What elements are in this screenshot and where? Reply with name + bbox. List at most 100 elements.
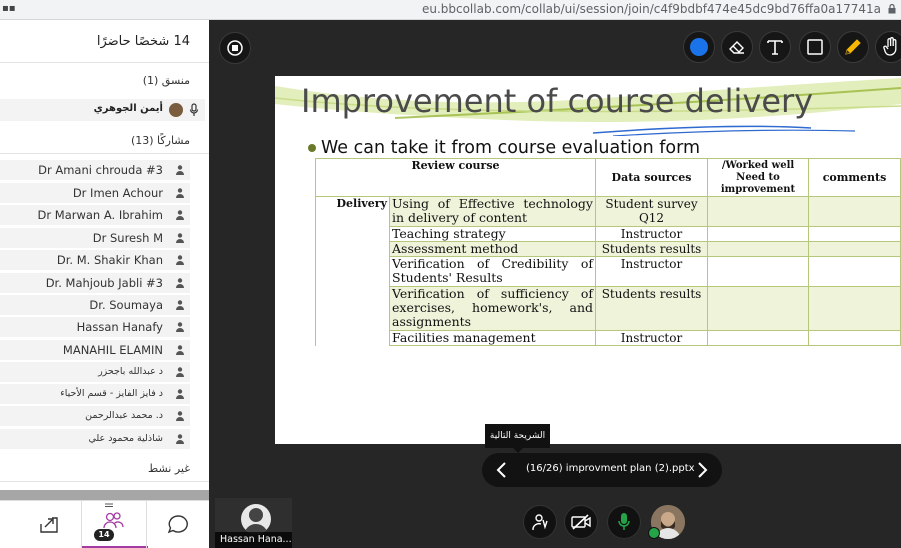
table-cell-item: Teaching strategy <box>389 226 596 242</box>
table-row: Verification of Credibility of Students'… <box>316 256 901 287</box>
session-main-area: Improvement of course delivery We can ta… <box>209 20 901 548</box>
panel-navigation: 14 <box>0 500 209 548</box>
table-cell-item: Facilities management <box>389 330 596 346</box>
table-cell-empty <box>707 286 809 331</box>
table-cell-item: Verification of Credibility of Students'… <box>389 256 596 287</box>
table-cell-source: Student survey Q12 <box>595 196 708 227</box>
participant-video-tile[interactable]: Hassan Hana... <box>215 498 292 548</box>
share-content-tab[interactable] <box>15 501 81 548</box>
participant-name: Dr. Mahjoub Jabli #3 <box>45 276 163 290</box>
person-icon <box>176 255 184 265</box>
participant-row[interactable]: Hassan Hanafy <box>0 317 190 337</box>
attendee-count-title: 14 شخصًا حاضرًا <box>96 34 190 49</box>
person-icon <box>176 411 184 421</box>
session-menu-button[interactable] <box>219 32 251 64</box>
menu-icon[interactable]: ▪▪ <box>2 3 16 14</box>
eraser-button[interactable] <box>721 31 753 63</box>
divider <box>0 153 209 154</box>
browser-url-bar: ▪▪ eu.bbcollab.com/collab/ui/session/joi… <box>0 0 901 20</box>
participant-row[interactable]: Dr Imen Achour <box>0 183 190 203</box>
table-cell-source: Instructor <box>595 330 708 346</box>
participant-name: شاذلية محمود علي <box>88 433 163 444</box>
bullet-marker <box>308 144 316 152</box>
table-cell-item: Assessment method <box>389 241 596 257</box>
person-icon <box>176 300 184 310</box>
presentation-slide[interactable]: Improvement of course delivery We can ta… <box>275 76 901 444</box>
camera-off-icon <box>571 514 591 530</box>
inactive-attendee-row[interactable] <box>0 490 209 500</box>
color-picker-button[interactable] <box>683 31 715 63</box>
attendee-count-badge: 14 <box>94 529 114 541</box>
table-cell-source: Students results <box>595 241 708 257</box>
participant-row[interactable]: Dr. Soumaya <box>0 295 190 315</box>
table-cell-empty <box>808 256 901 287</box>
pencil-icon <box>845 39 861 55</box>
table-cell-item: Using of Effective technology in deliver… <box>389 196 596 227</box>
person-icon <box>176 367 184 377</box>
table-cell-empty <box>808 196 901 227</box>
table-cell-empty <box>707 226 809 242</box>
participant-name: Dr Marwan A. Ibrahim <box>37 208 163 222</box>
participant-row[interactable]: د فايز الفايز - قسم الأحياء <box>0 384 190 404</box>
hand-icon <box>883 37 897 56</box>
participant-name: Dr. M. Shakir Khan <box>56 253 163 267</box>
person-icon <box>176 345 184 355</box>
attendees-panel: 14 شخصًا حاضرًا منسق (1) أيمن الجوهري مش… <box>0 20 209 548</box>
participant-row[interactable]: د عبدالله باجحزر <box>0 362 190 382</box>
share-icon <box>40 517 58 533</box>
moderator-name: أيمن الجوهري <box>93 103 163 114</box>
camera-toggle-button[interactable] <box>564 505 598 539</box>
slide-file-label: (16/26) improvment plan (2).pptx <box>526 463 695 474</box>
person-icon <box>176 233 184 243</box>
participant-row[interactable]: شاذلية محمود علي <box>0 429 190 449</box>
chat-tab[interactable] <box>147 501 213 548</box>
menu-handle-icon <box>105 503 113 507</box>
participant-row[interactable]: Dr. M. Shakir Khan <box>0 250 190 270</box>
people-icon <box>103 512 124 529</box>
participant-row[interactable]: Dr Amani chrouda #3 <box>0 160 190 180</box>
person-icon <box>176 389 184 399</box>
participant-name: د عبدالله باجحزر <box>98 366 163 377</box>
participant-row[interactable]: Dr Suresh M <box>0 228 190 248</box>
connected-check-icon <box>648 527 660 539</box>
participant-row[interactable]: Dr Marwan A. Ibrahim <box>0 205 190 225</box>
default-avatar-icon <box>244 508 268 534</box>
table-cell-empty <box>707 196 809 227</box>
table-row: Teaching strategy Instructor <box>316 226 901 242</box>
video-tile-name: Hassan Hana... <box>215 532 292 548</box>
attendees-tab[interactable]: 14 <box>82 501 148 548</box>
shape-tool-button[interactable] <box>799 31 831 63</box>
person-icon <box>176 188 184 198</box>
table-cell-empty <box>808 226 901 242</box>
color-dot-icon <box>690 38 708 56</box>
participant-name: د. محمد عبدالرحمن <box>85 410 163 421</box>
table-row: Verification of sufficiency of exercises… <box>316 286 901 331</box>
header-data-sources: Data sources <box>595 158 708 197</box>
pointer-tool-button[interactable] <box>875 31 901 63</box>
chat-icon <box>167 515 188 534</box>
participant-row[interactable]: Dr. Mahjoub Jabli #3 <box>0 273 190 293</box>
microphone-icon <box>189 103 199 116</box>
raise-hand-button[interactable] <box>523 505 557 539</box>
person-icon <box>176 210 184 220</box>
slide-navigation: (16/26) improvment plan (2).pptx <box>482 453 722 487</box>
text-tool-button[interactable] <box>759 31 791 63</box>
moderator-row[interactable]: أيمن الجوهري <box>0 99 205 121</box>
previous-slide-button[interactable] <box>492 460 512 480</box>
moderator-section-title: منسق (1) <box>142 74 190 87</box>
header-worked-well: /Worked well Need to improvement <box>707 158 809 197</box>
participant-name: Dr Suresh M <box>92 231 163 245</box>
microphone-toggle-button[interactable] <box>607 505 641 539</box>
participant-row[interactable]: MANAHIL ELAMIN <box>0 340 190 360</box>
pencil-tool-button[interactable] <box>837 31 869 63</box>
url-text[interactable]: eu.bbcollab.com/collab/ui/session/join/c… <box>422 2 881 16</box>
course-review-table: Review course Data sources /Worked well … <box>315 158 901 346</box>
divider <box>0 481 209 482</box>
record-stop-icon <box>227 40 243 56</box>
lock-icon <box>888 4 896 14</box>
section-label-delivery: Delivery <box>315 196 390 346</box>
moderator-avatar <box>169 103 183 117</box>
participant-row[interactable]: د. محمد عبدالرحمن <box>0 406 190 426</box>
table-row: Facilities management Instructor <box>316 330 901 346</box>
next-slide-button[interactable] <box>692 460 712 480</box>
